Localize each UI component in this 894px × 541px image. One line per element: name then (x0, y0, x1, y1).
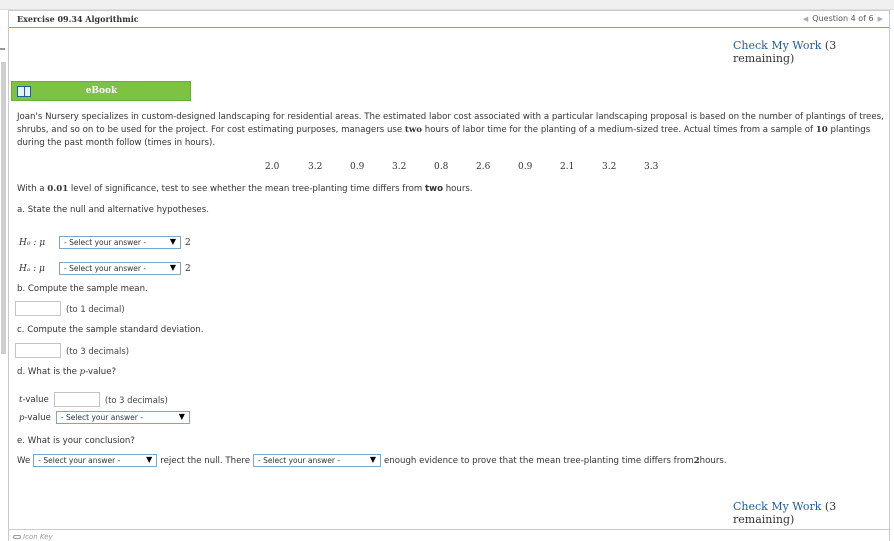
std-dev-input[interactable] (15, 343, 61, 358)
data-value: 0.9 (350, 162, 365, 172)
conclusion-row: We - Select your answer - ▼ reject the n… (17, 454, 727, 467)
t-value-row: t -value (to 3 decimals) (19, 392, 168, 407)
check-my-work-top[interactable]: Check My Work (3 remaining) (733, 39, 889, 65)
check-my-work-bottom[interactable]: Check My Work (3 remaining) (733, 500, 889, 526)
p-value-select[interactable]: - Select your answer - ▼ (55, 411, 190, 424)
next-question-icon[interactable]: ▶ (878, 15, 883, 23)
t-value-hint: (to 3 decimals) (104, 394, 168, 405)
prompt-ten: 10 (815, 125, 828, 135)
ha-value: 2 (185, 263, 191, 274)
ebook-label: eBook (85, 86, 118, 96)
question-counter: Question 4 of 6 (812, 14, 874, 23)
data-value: 2.1 (560, 162, 575, 172)
sig-pre: With a (17, 184, 48, 194)
p-value-label: -value (24, 412, 51, 423)
scrollbar-thumb[interactable] (1, 62, 6, 354)
sample-mean-row: (to 1 decimal) (15, 301, 125, 316)
prompt-text-2: hours of labor time for the planting of … (422, 125, 816, 135)
header-bar: Exercise 09.34 Algorithmic ◀ Question 4 … (9, 11, 889, 28)
conclusion-we: We (17, 455, 31, 466)
dropdown-arrow-icon: ▼ (169, 263, 176, 272)
icon-key-label: Icon Key (23, 533, 53, 541)
sample-mean-hint: (to 1 decimal) (66, 303, 125, 314)
t-value-label: -value (22, 394, 49, 405)
h0-value: 2 (185, 237, 191, 248)
top-strip (0, 0, 894, 10)
conclusion-select-1[interactable]: - Select your answer - ▼ (33, 454, 158, 467)
prompt-two: two (404, 125, 423, 135)
data-value: 0.8 (434, 162, 449, 172)
conclusion-select-2-text: - Select your answer - (258, 456, 341, 465)
book-icon (17, 85, 31, 97)
significance-statement: With a 0.01 level of significance, test … (17, 184, 473, 194)
t-value-input[interactable] (53, 392, 100, 407)
ha-operator-select[interactable]: - Select your answer - ▼ (59, 262, 181, 275)
key-icon (13, 535, 21, 539)
conclusion-select-1-text: - Select your answer - (38, 456, 121, 465)
question-nav: ◀ Question 4 of 6 ▶ (803, 14, 883, 23)
dropdown-arrow-icon: ▼ (169, 237, 176, 246)
part-c-label: c. Compute the sample standard deviation… (17, 325, 204, 335)
ha-symbol: Hₐ : μ (19, 263, 45, 274)
left-tick (0, 48, 5, 50)
sig-mid: level of significance, test to see wheth… (68, 184, 426, 194)
std-dev-row: (to 3 decimals) (15, 343, 129, 358)
sig-alpha: 0.01 (47, 184, 69, 194)
conclusion-end: hours. (699, 455, 727, 466)
icon-key[interactable]: Icon Key (13, 533, 53, 541)
data-value: 0.9 (518, 162, 533, 172)
p-value-row: p -value - Select your answer - ▼ (19, 411, 190, 424)
check-my-work-label: Check My Work (733, 500, 822, 513)
h0-operator-select[interactable]: - Select your answer - ▼ (59, 236, 181, 249)
data-value: 3.2 (392, 162, 407, 172)
dropdown-arrow-icon: ▼ (369, 455, 376, 464)
data-value: 3.3 (644, 162, 659, 172)
data-value: 3.2 (602, 162, 617, 172)
data-value: 2.6 (476, 162, 491, 172)
part-b-label: b. Compute the sample mean. (17, 284, 148, 294)
conclusion-mid: reject the null. There (160, 455, 250, 466)
ebook-button[interactable]: eBook (11, 81, 191, 101)
part-d-pre: d. What is the (17, 367, 80, 377)
part-a-label: a. State the null and alternative hypoth… (17, 205, 209, 215)
part-e-label: e. What is your conclusion? (17, 436, 135, 446)
exercise-title: Exercise 09.34 Algorithmic (17, 14, 139, 24)
sig-post: hours. (443, 184, 473, 194)
sig-two: two (425, 184, 443, 194)
prev-question-icon[interactable]: ◀ (803, 15, 808, 23)
null-hypothesis-row: H₀ : μ - Select your answer - ▼ 2 (19, 236, 191, 249)
data-value: 2.0 (265, 162, 280, 172)
sample-mean-input[interactable] (15, 301, 61, 316)
problem-statement: Joan's Nursery specializes in custom-des… (17, 111, 887, 150)
std-dev-hint: (to 3 decimals) (66, 345, 129, 356)
ha-select-text: - Select your answer - (64, 264, 147, 273)
dropdown-arrow-icon: ▼ (178, 412, 185, 421)
dropdown-arrow-icon: ▼ (146, 455, 153, 464)
part-d-post: -value? (85, 367, 117, 377)
conclusion-post: enough evidence to prove that the mean t… (384, 455, 694, 466)
h0-select-text: - Select your answer - (64, 238, 147, 247)
footer-divider (9, 529, 889, 530)
data-value: 3.2 (308, 162, 323, 172)
conclusion-select-2[interactable]: - Select your answer - ▼ (253, 454, 381, 467)
h0-symbol: H₀ : μ (19, 237, 46, 248)
alt-hypothesis-row: Hₐ : μ - Select your answer - ▼ 2 (19, 262, 191, 275)
question-frame: Exercise 09.34 Algorithmic ◀ Question 4 … (8, 10, 890, 541)
check-my-work-label: Check My Work (733, 39, 822, 52)
part-d-label: d. What is the p-value? (17, 367, 116, 377)
p-select-text: - Select your answer - (60, 413, 143, 422)
